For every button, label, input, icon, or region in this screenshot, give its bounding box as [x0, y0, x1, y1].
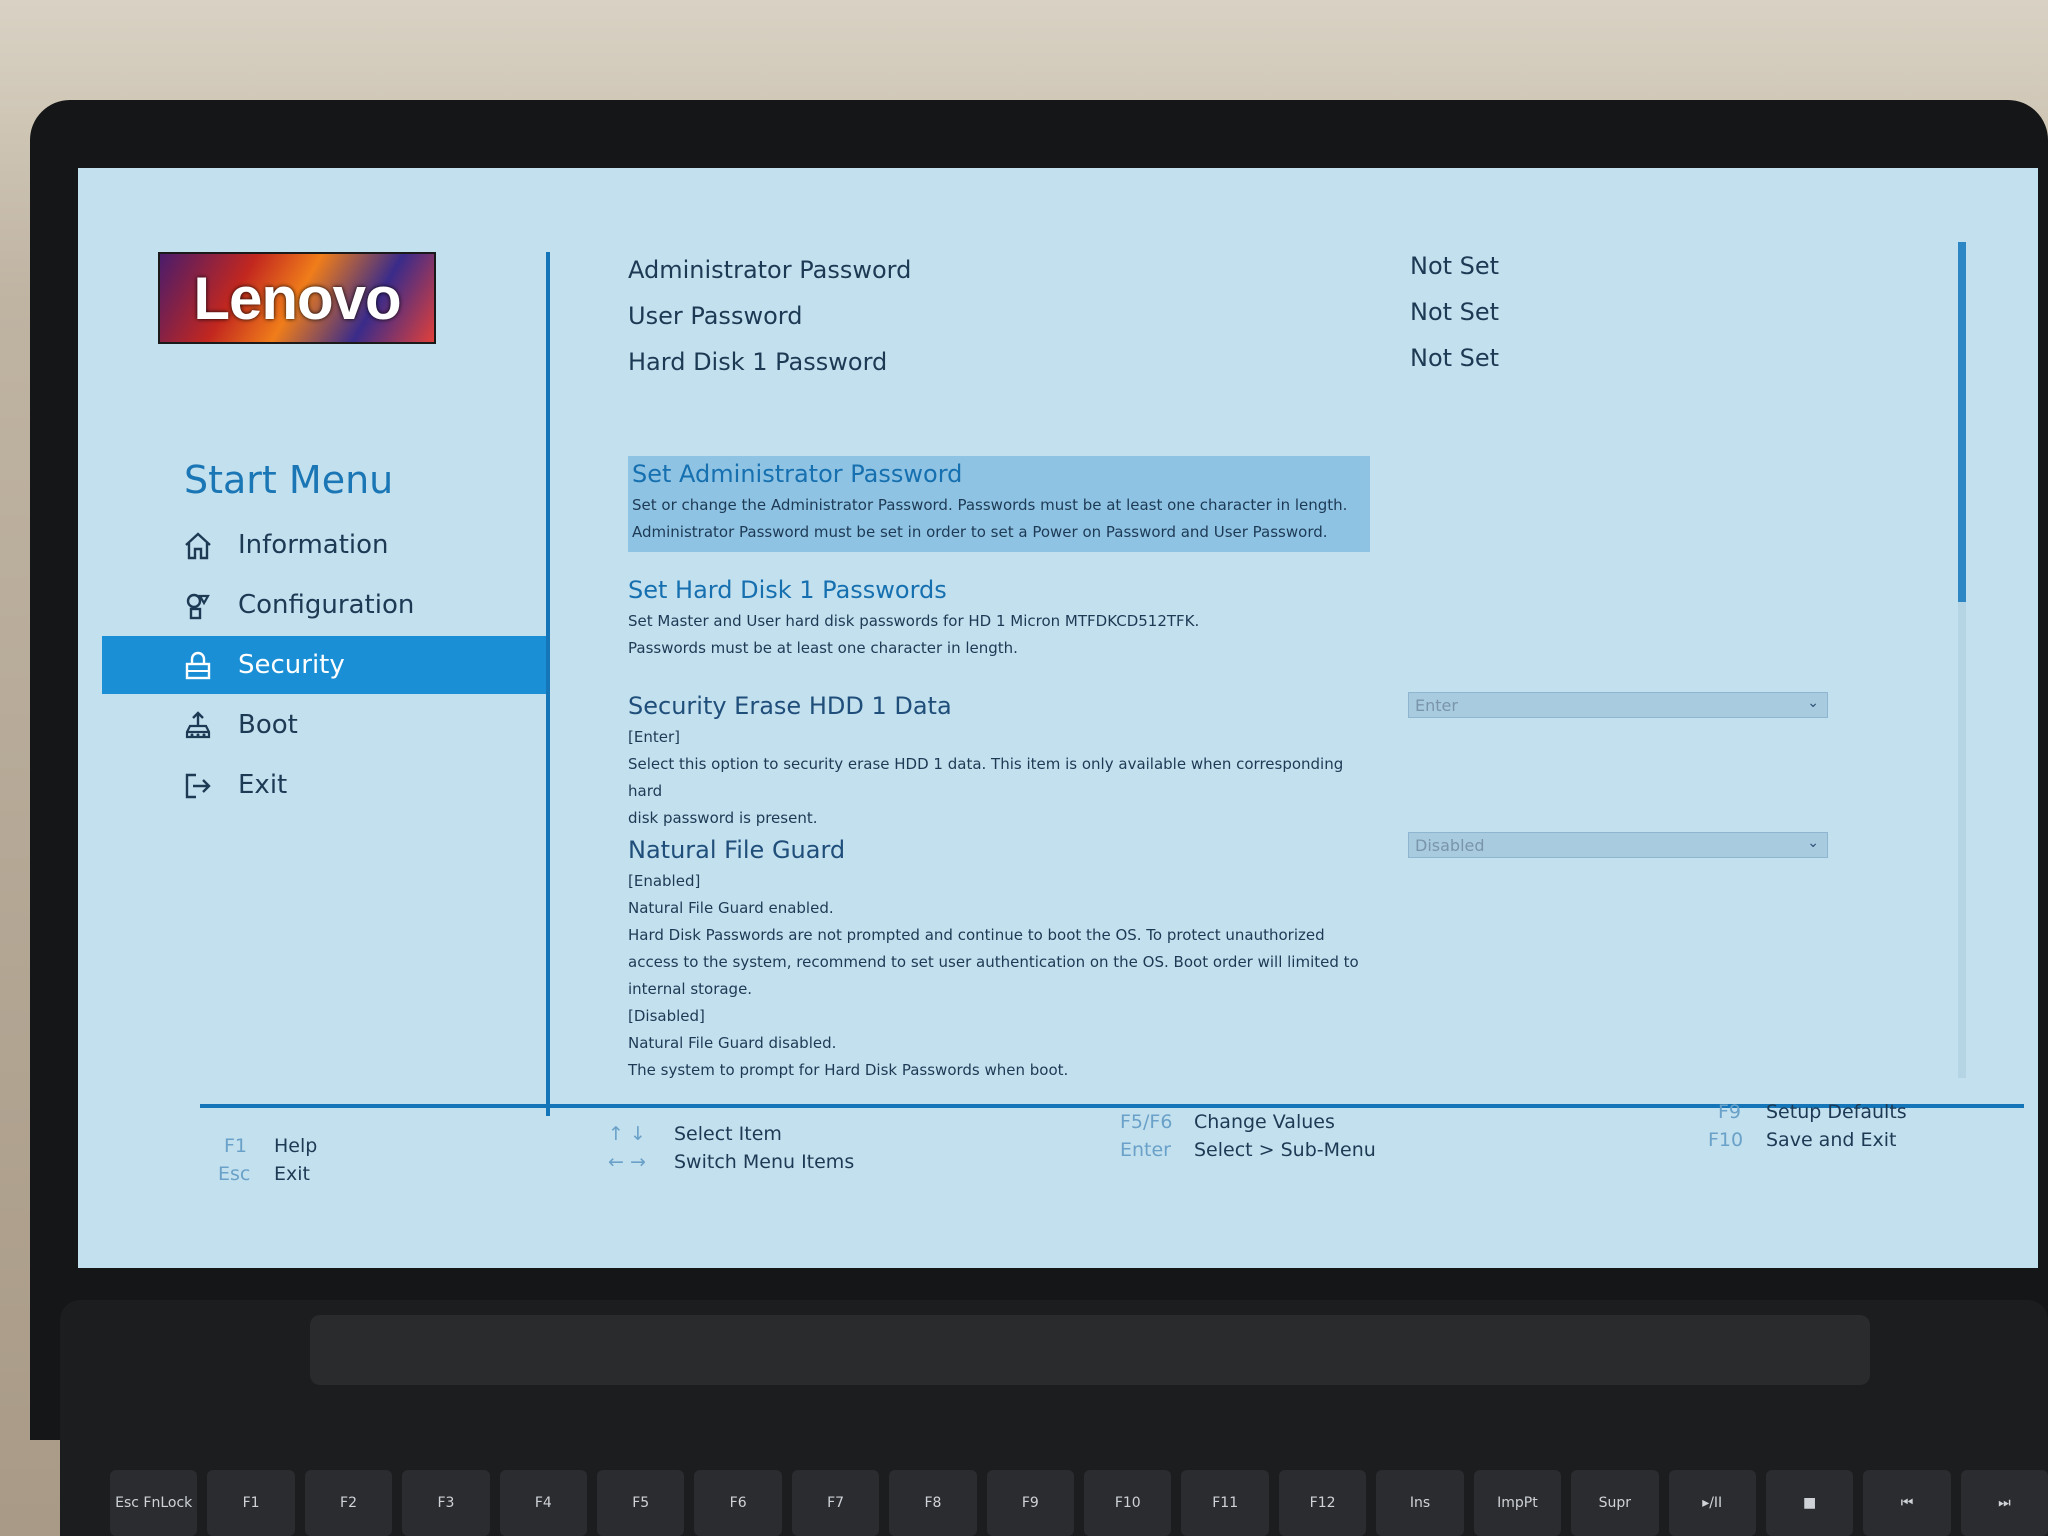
key[interactable]: F2 — [304, 1470, 393, 1536]
key[interactable]: F4 — [499, 1470, 588, 1536]
sidebar-divider — [546, 252, 550, 1116]
esc-key: Esc — [218, 1163, 251, 1185]
f9-key: F9 — [1718, 1101, 1742, 1123]
item-title: Natural File Guard — [628, 836, 846, 864]
scrollbar-thumb[interactable] — [1958, 242, 1966, 602]
item-title: Set Administrator Password — [632, 460, 963, 488]
key[interactable]: Esc FnLock — [110, 1470, 198, 1536]
key[interactable]: ⏭ — [1960, 1470, 2048, 1536]
key[interactable]: ImpPt — [1473, 1470, 1562, 1536]
dropdown-value: Enter — [1415, 695, 1458, 715]
sidebar-nav: Information Configuration Security Boot … — [102, 516, 548, 816]
item-desc: Natural File Guard disabled. — [628, 1034, 837, 1052]
lock-icon — [182, 650, 214, 682]
key[interactable]: F3 — [402, 1470, 490, 1536]
item-desc: The system to prompt for Hard Disk Passw… — [628, 1061, 1069, 1079]
chevron-down-icon: ⌄ — [1807, 695, 1819, 711]
key[interactable]: F5 — [597, 1470, 685, 1536]
user-password-value: Not Set — [1410, 298, 1500, 326]
sidebar-item-label: Configuration — [238, 590, 415, 620]
item-desc: internal storage. — [628, 980, 753, 998]
item-desc: Set or change the Administrator Password… — [632, 496, 1348, 514]
sidebar-item-label: Security — [238, 650, 345, 680]
item-desc: access to the system, recommend to set u… — [628, 953, 1359, 971]
f5f6-key: F5/F6 — [1120, 1111, 1173, 1133]
key[interactable]: F1 — [207, 1470, 295, 1536]
key[interactable]: ⏮ — [1863, 1470, 1951, 1536]
scrollbar[interactable] — [1958, 242, 1966, 1078]
leftright-label: Switch Menu Items — [674, 1151, 855, 1173]
configuration-icon — [182, 590, 214, 622]
dropdown-value: Disabled — [1415, 835, 1485, 855]
bios-screen: Lenovo Start Menu Information Configurat… — [78, 168, 2038, 1268]
key[interactable]: F10 — [1084, 1470, 1172, 1536]
sidebar-item-label: Information — [238, 530, 389, 560]
security-erase-dropdown[interactable]: Enter ⌄ — [1408, 692, 1828, 718]
sidebar-item-boot[interactable]: Boot — [102, 696, 548, 754]
updown-label: Select Item — [674, 1123, 782, 1145]
key[interactable]: F6 — [694, 1470, 782, 1536]
item-desc: Administrator Password must be set in or… — [632, 523, 1328, 541]
f1-key: F1 — [224, 1135, 248, 1157]
admin-password-value: Not Set — [1410, 252, 1500, 280]
admin-password-label: Administrator Password — [628, 256, 912, 284]
boot-icon — [182, 710, 214, 742]
sidebar-item-exit[interactable]: Exit — [102, 756, 548, 814]
item-desc: Set Master and User hard disk passwords … — [628, 612, 1200, 630]
updown-key: ↑ ↓ — [608, 1123, 646, 1145]
esc-label: Exit — [274, 1163, 310, 1185]
footer-divider — [200, 1104, 2024, 1108]
chevron-down-icon: ⌄ — [1807, 835, 1819, 851]
enter-label: Select > Sub-Menu — [1194, 1139, 1376, 1161]
laptop-hinge — [310, 1315, 1870, 1385]
f5f6-label: Change Values — [1194, 1111, 1335, 1133]
item-desc: Natural File Guard enabled. — [628, 899, 834, 917]
hdd1-password-label: Hard Disk 1 Password — [628, 348, 888, 376]
user-password-label: User Password — [628, 302, 803, 330]
item-desc: Select this option to security erase HDD… — [628, 755, 1344, 800]
security-panel: Administrator Password Not Set User Pass… — [628, 238, 2028, 1118]
sidebar-item-label: Exit — [238, 770, 288, 800]
sidebar-item-information[interactable]: Information — [102, 516, 548, 574]
key-legend: F1 Help Esc Exit ↑ ↓ Select Item ← → Swi… — [78, 1101, 2038, 1243]
key[interactable]: Ins — [1376, 1470, 1464, 1536]
set-admin-password-item[interactable]: Set Administrator Password Set or change… — [628, 456, 1370, 552]
key[interactable]: ■ — [1765, 1470, 1854, 1536]
leftright-key: ← → — [608, 1151, 646, 1173]
key[interactable]: F9 — [986, 1470, 1075, 1536]
function-key-row: Esc FnLock F1 F2 F3 F4 F5 F6 F7 F8 F9 F1… — [110, 1470, 2048, 1536]
item-desc: Hard Disk Passwords are not prompted and… — [628, 926, 1325, 944]
enter-key: Enter — [1120, 1139, 1171, 1161]
natural-file-guard-item[interactable]: Natural File Guard [Enabled] Natural Fil… — [628, 836, 1360, 1084]
lenovo-logo: Lenovo — [158, 252, 436, 344]
item-desc: [Enter] — [628, 728, 680, 746]
f1-label: Help — [274, 1135, 318, 1157]
security-erase-item[interactable]: Security Erase HDD 1 Data [Enter] Select… — [628, 692, 1360, 832]
sidebar-item-label: Boot — [238, 710, 298, 740]
item-desc: Passwords must be at least one character… — [628, 639, 1018, 657]
brand-text: Lenovo — [193, 264, 401, 332]
start-menu-title: Start Menu — [184, 458, 394, 502]
item-title: Security Erase HDD 1 Data — [628, 692, 952, 720]
f10-label: Save and Exit — [1766, 1129, 1897, 1151]
f9-label: Setup Defaults — [1766, 1101, 1907, 1123]
home-icon — [182, 530, 214, 562]
key[interactable]: Supr — [1571, 1470, 1659, 1536]
hdd1-password-value: Not Set — [1410, 344, 1500, 372]
key[interactable]: F8 — [889, 1470, 977, 1536]
item-desc: disk password is present. — [628, 809, 818, 827]
key[interactable]: F11 — [1181, 1470, 1269, 1536]
f10-key: F10 — [1708, 1129, 1744, 1151]
exit-icon — [182, 770, 214, 802]
item-title: Set Hard Disk 1 Passwords — [628, 576, 947, 604]
sidebar-item-configuration[interactable]: Configuration — [102, 576, 548, 634]
item-desc: [Disabled] — [628, 1007, 705, 1025]
natural-file-guard-dropdown[interactable]: Disabled ⌄ — [1408, 832, 1828, 858]
key[interactable]: F7 — [791, 1470, 880, 1536]
item-desc: [Enabled] — [628, 872, 701, 890]
set-hdd-passwords-item[interactable]: Set Hard Disk 1 Passwords Set Master and… — [628, 576, 1360, 662]
key[interactable]: ▸/II — [1668, 1470, 1756, 1536]
sidebar-item-security[interactable]: Security — [102, 636, 548, 694]
key[interactable]: F12 — [1278, 1470, 1367, 1536]
